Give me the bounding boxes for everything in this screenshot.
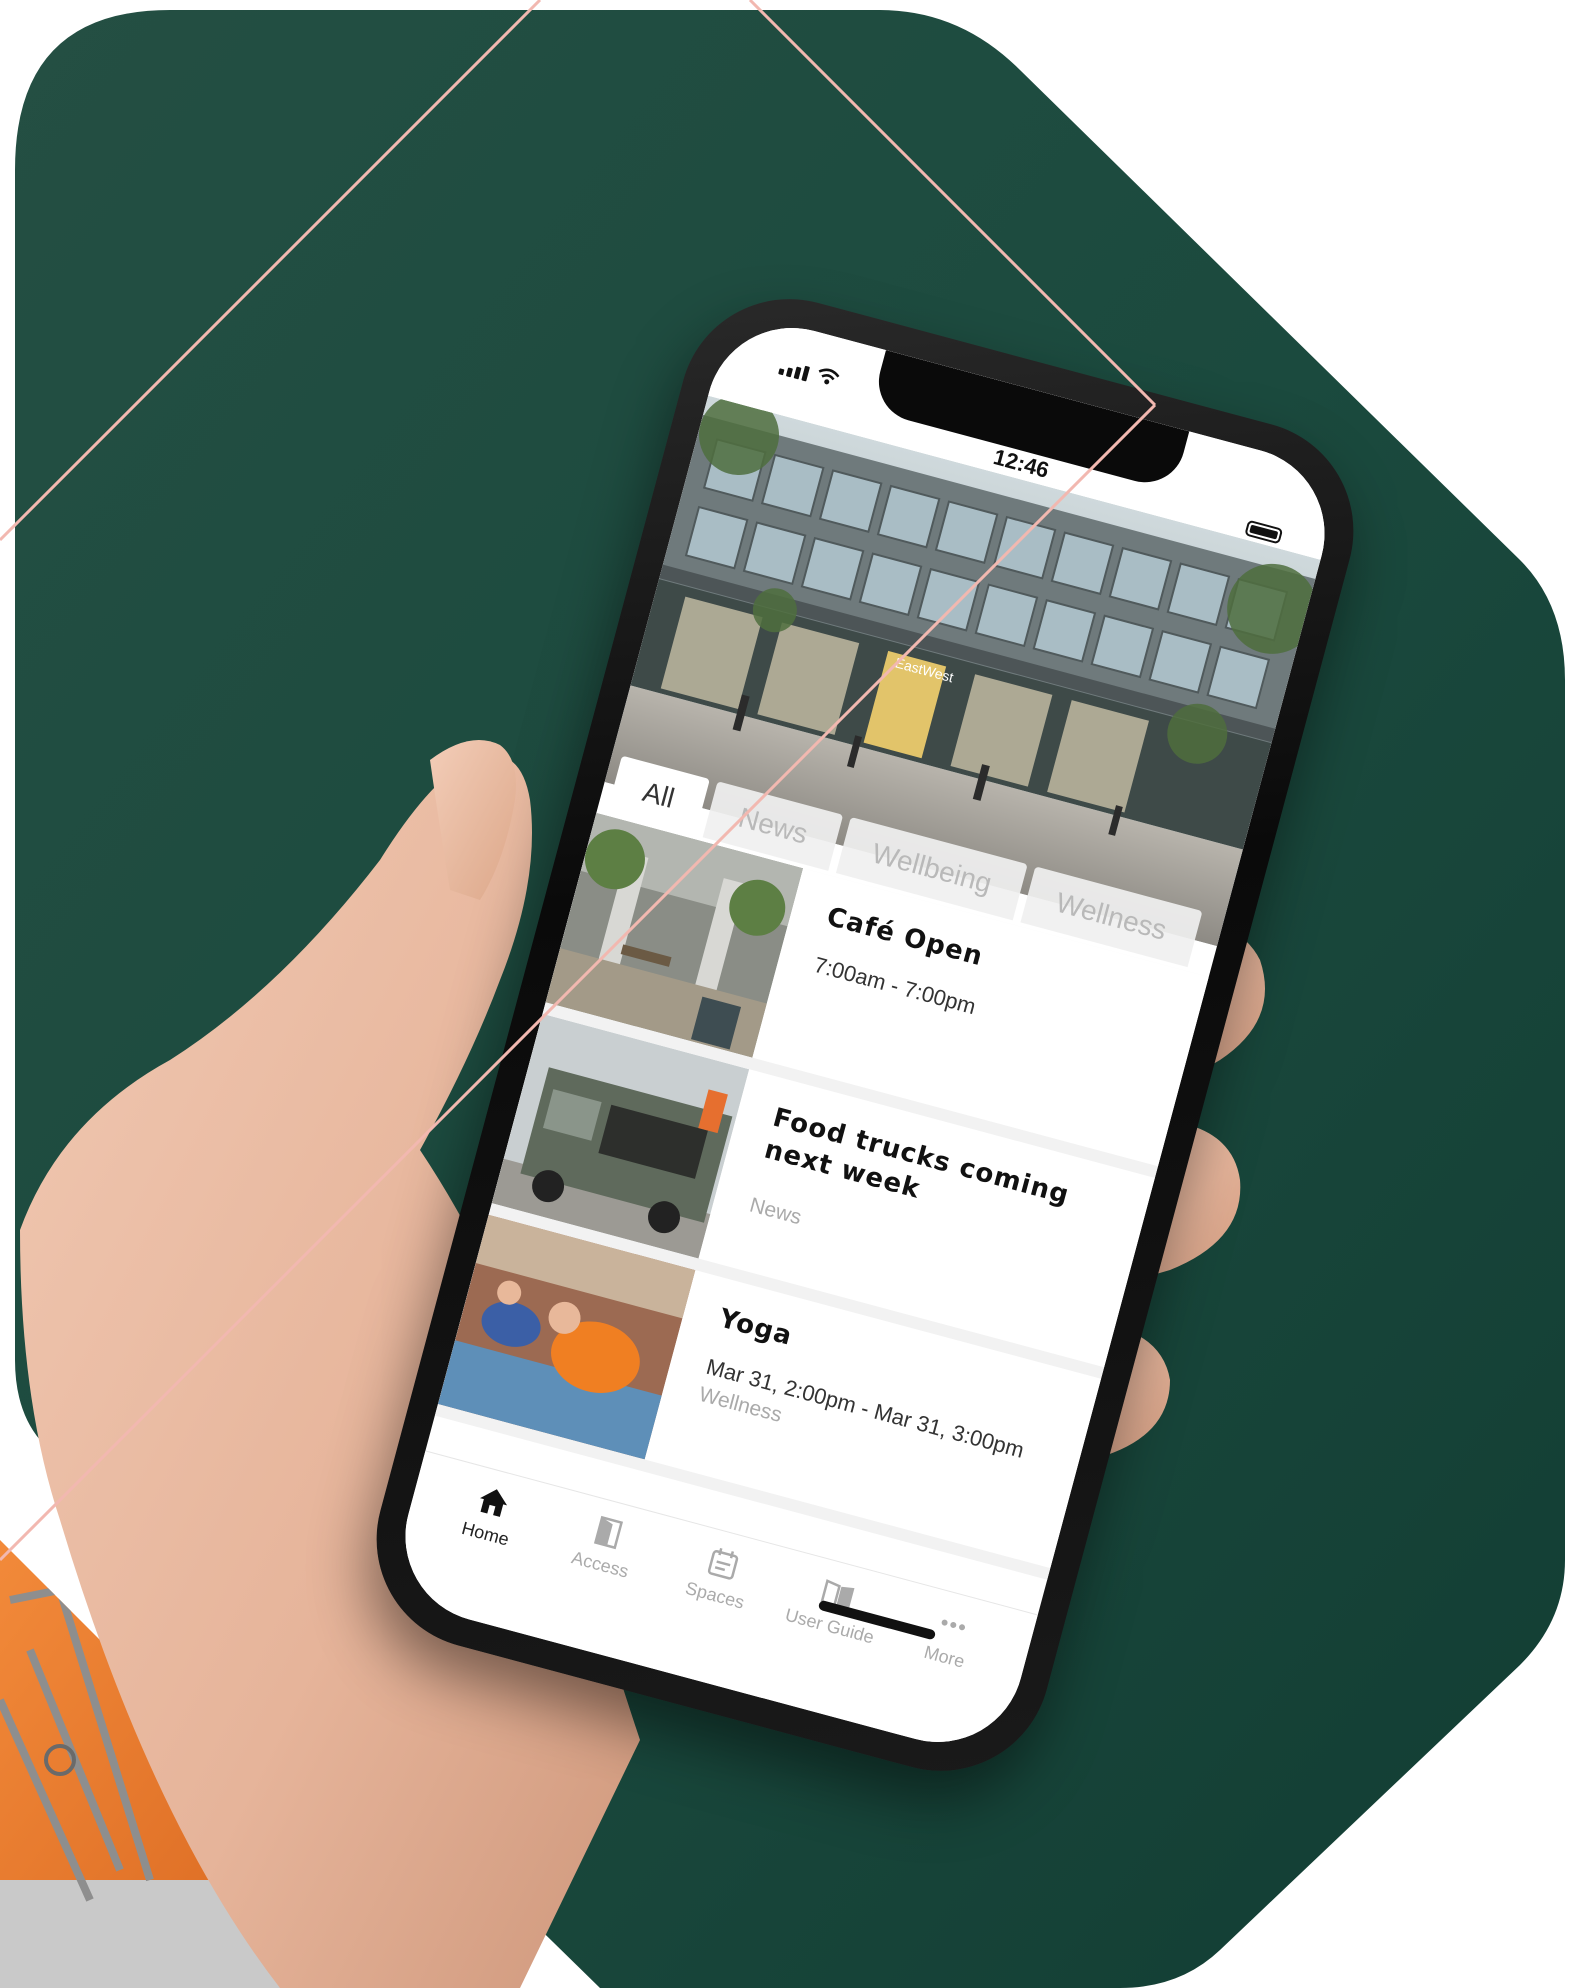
tab-home[interactable]: Home: [410, 1471, 552, 1632]
tab-spaces-label: Spaces: [683, 1577, 747, 1613]
tab-more-label: More: [921, 1641, 967, 1672]
tab-home-label: Home: [459, 1517, 512, 1550]
tab-access-label: Access: [569, 1547, 631, 1582]
door-icon: [594, 1515, 624, 1550]
tab-access[interactable]: Access: [524, 1502, 666, 1663]
tab-user-guide[interactable]: User Guide: [754, 1563, 896, 1724]
more-icon: [941, 1619, 965, 1631]
battery-icon: [1244, 519, 1284, 545]
calendar-icon: [707, 1547, 739, 1580]
cellular-signal-icon: [778, 360, 811, 382]
wifi-icon: [818, 368, 840, 385]
tab-spaces[interactable]: Spaces: [639, 1533, 781, 1694]
home-icon: [480, 1489, 508, 1518]
marketing-canvas: 12:46 EastWest All News Wellbeing Wellne…: [0, 0, 1569, 1988]
